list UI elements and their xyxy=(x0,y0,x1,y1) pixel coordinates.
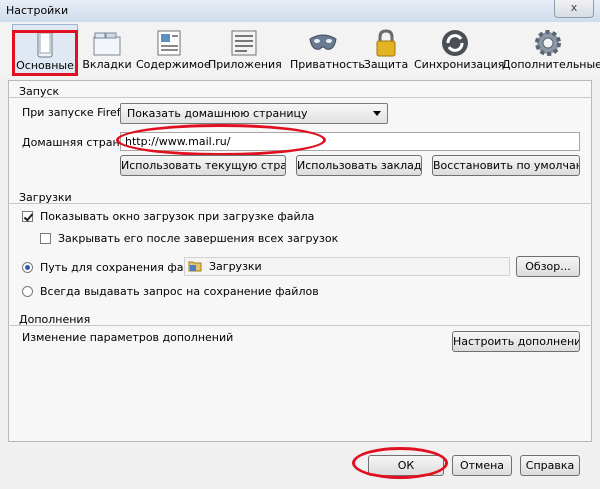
save-path-radio[interactable] xyxy=(22,262,33,273)
group-divider xyxy=(8,203,592,204)
always-ask-label: Всегда выдавать запрос на сохранение фай… xyxy=(40,285,319,298)
close-button[interactable]: x xyxy=(554,0,594,18)
tab-advanced[interactable]: Дополнительные xyxy=(502,24,600,74)
title-bar: Настройки x xyxy=(0,0,600,23)
use-bookmark-button[interactable]: Использовать закладку... xyxy=(296,155,422,176)
tab-label: Вкладки xyxy=(82,58,132,71)
mask-icon xyxy=(309,34,337,50)
cancel-button[interactable]: Отмена xyxy=(452,455,512,476)
close-after-checkbox[interactable] xyxy=(40,233,51,244)
tab-label: Дополнительные xyxy=(502,58,600,71)
gear-icon xyxy=(535,30,561,56)
highlight-ellipse xyxy=(352,447,448,479)
tab-label: Синхронизация xyxy=(414,58,505,71)
on-start-value: Показать домашнюю страницу xyxy=(127,107,308,120)
use-current-page-button[interactable]: Использовать текущую страницу xyxy=(120,155,286,176)
always-ask-radio[interactable] xyxy=(22,286,33,297)
show-downloads-label: Показывать окно загрузок при загрузке фа… xyxy=(40,210,315,223)
window-title: Настройки xyxy=(6,4,69,17)
save-path-value: Загрузки xyxy=(209,260,262,273)
highlight-ellipse xyxy=(116,124,326,156)
lock-icon xyxy=(376,29,396,57)
tabs-icon xyxy=(93,32,121,56)
tab-privacy[interactable]: Приватность xyxy=(290,24,365,74)
sync-icon xyxy=(442,30,468,56)
tab-tabs[interactable]: Вкладки xyxy=(80,24,134,74)
tab-applications[interactable]: Приложения xyxy=(208,24,282,74)
restore-default-button[interactable]: Восстановить по умолчанию xyxy=(432,155,580,176)
category-toolbar: Основные Вкладки Содержимое Приложения П… xyxy=(0,22,600,78)
highlight-box xyxy=(12,30,78,76)
tab-security[interactable]: Защита xyxy=(362,24,410,74)
tab-label: Защита xyxy=(363,58,409,71)
on-start-select[interactable]: Показать домашнюю страницу xyxy=(120,103,388,124)
group-divider xyxy=(8,97,592,98)
tab-content[interactable]: Содержимое xyxy=(136,24,211,74)
addons-description: Изменение параметров дополнений xyxy=(22,331,234,344)
tab-sync[interactable]: Синхронизация xyxy=(414,24,505,74)
tab-label: Приватность xyxy=(290,58,365,71)
content-icon xyxy=(157,30,181,56)
save-path-field: Загрузки xyxy=(184,257,510,276)
browse-button[interactable]: Обзор... xyxy=(516,256,580,277)
help-button[interactable]: Справка xyxy=(520,455,580,476)
close-after-label: Закрывать его после завершения всех загр… xyxy=(58,232,339,245)
tab-label: Содержимое xyxy=(136,58,211,71)
configure-addons-button[interactable]: Настроить дополнения... xyxy=(452,331,580,352)
preferences-window: Настройки x Основные Вкладки Содержимое … xyxy=(0,0,600,489)
show-downloads-checkbox[interactable] xyxy=(22,211,33,222)
tab-label: Приложения xyxy=(208,58,282,71)
group-divider xyxy=(8,325,592,326)
folder-icon xyxy=(188,261,202,272)
chevron-down-icon xyxy=(373,111,381,116)
applications-icon xyxy=(231,30,257,56)
